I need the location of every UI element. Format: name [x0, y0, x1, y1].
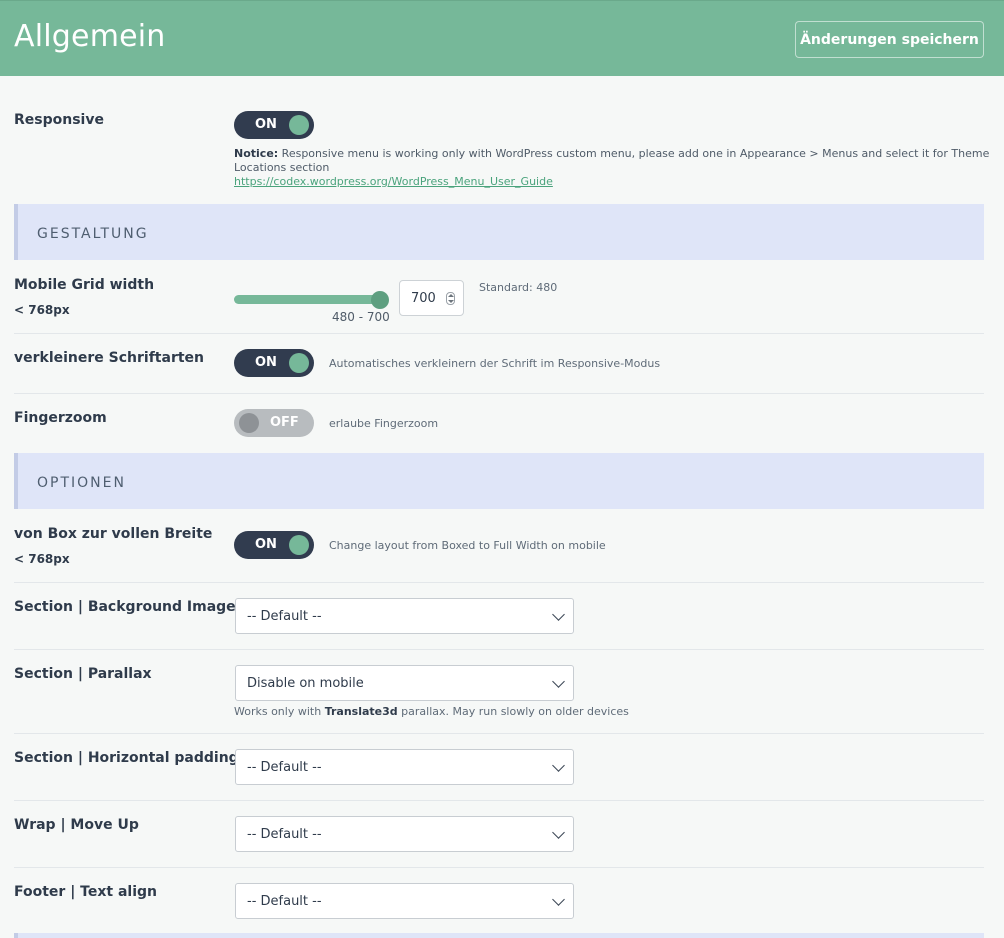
parallax-label: Section | Parallax: [14, 666, 152, 682]
mobile-grid-sublabel: < 768px: [14, 303, 70, 317]
responsive-toggle[interactable]: ON: [234, 111, 314, 139]
mobile-grid-slider-track[interactable]: [234, 295, 388, 304]
fingerzoom-toggle-text: OFF: [270, 415, 299, 430]
fingerzoom-toggle[interactable]: OFF: [234, 409, 314, 437]
responsive-label: Responsive: [14, 112, 104, 128]
section-gestaltung-title: GESTALTUNG: [37, 226, 149, 242]
toggle-knob: [289, 535, 309, 555]
toggle-knob: [289, 353, 309, 373]
box-full-toggle[interactable]: ON: [234, 531, 314, 559]
save-changes-button[interactable]: Änderungen speichern: [795, 21, 984, 58]
footer-align-select[interactable]: -- Default --: [235, 883, 574, 919]
parallax-hint: Works only with Translate3d parallax. Ma…: [234, 705, 629, 718]
mobile-grid-range: 480 - 700: [332, 310, 390, 324]
mobile-grid-number-input[interactable]: 700: [399, 280, 464, 316]
wrap-move-label: Wrap | Move Up: [14, 817, 139, 833]
divider: [14, 867, 984, 868]
chevron-down-icon: [552, 826, 565, 839]
chevron-down-icon: [552, 759, 565, 772]
responsive-toggle-text: ON: [255, 117, 277, 132]
h-padding-label: Section | Horizontal padding: [14, 750, 239, 766]
chevron-down-icon: [552, 675, 565, 688]
font-shrink-label: verkleinere Schriftarten: [14, 350, 205, 366]
box-full-desc: Change layout from Boxed to Full Width o…: [329, 539, 606, 552]
font-shrink-desc: Automatisches verkleinern der Schrift im…: [329, 357, 661, 370]
font-shrink-toggle-text: ON: [255, 355, 277, 370]
bg-image-select[interactable]: -- Default --: [235, 598, 574, 634]
divider: [14, 649, 984, 650]
spinner-icon[interactable]: [446, 292, 455, 305]
font-shrink-toggle[interactable]: ON: [234, 349, 314, 377]
section-gestaltung: GESTALTUNG: [14, 204, 984, 260]
box-full-sublabel: < 768px: [14, 552, 70, 566]
section-optionen-title: OPTIONEN: [37, 475, 126, 491]
divider: [14, 733, 984, 734]
section-next-partial: [14, 933, 984, 938]
fingerzoom-desc: erlaube Fingerzoom: [329, 417, 439, 430]
h-padding-select[interactable]: -- Default --: [235, 749, 574, 785]
page-title: Allgemein: [14, 19, 166, 54]
page-header: Allgemein Änderungen speichern: [0, 0, 1004, 76]
bg-image-select-value: -- Default --: [247, 609, 322, 624]
section-optionen: OPTIONEN: [14, 453, 984, 509]
box-full-label: von Box zur vollen Breite: [14, 526, 213, 542]
parallax-select[interactable]: Disable on mobile: [235, 665, 574, 701]
mobile-grid-label: Mobile Grid width: [14, 277, 155, 293]
divider: [14, 393, 984, 394]
wrap-move-select-value: -- Default --: [247, 827, 322, 842]
footer-align-select-value: -- Default --: [247, 894, 322, 909]
toggle-knob: [239, 413, 259, 433]
divider: [14, 582, 984, 583]
mobile-grid-standard: Standard: 480: [479, 281, 558, 294]
parallax-hint-post: parallax. May run slowly on older device…: [397, 705, 629, 718]
notice-bold: Notice:: [234, 147, 279, 160]
parallax-hint-pre: Works only with: [234, 705, 325, 718]
notice-text: Responsive menu is working only with Wor…: [234, 147, 990, 174]
mobile-grid-value: 700: [411, 291, 436, 306]
divider: [14, 800, 984, 801]
box-full-toggle-text: ON: [255, 537, 277, 552]
parallax-hint-bold: Translate3d: [324, 705, 398, 718]
chevron-down-icon: [552, 608, 565, 621]
h-padding-select-value: -- Default --: [247, 760, 322, 775]
wrap-move-select[interactable]: -- Default --: [235, 816, 574, 852]
fingerzoom-label: Fingerzoom: [14, 410, 107, 426]
chevron-down-icon: [552, 893, 565, 906]
bg-image-label: Section | Background Image: [14, 599, 236, 615]
toggle-knob: [289, 115, 309, 135]
mobile-grid-slider-handle[interactable]: [371, 291, 389, 309]
divider: [14, 333, 984, 334]
footer-align-label: Footer | Text align: [14, 884, 158, 900]
responsive-notice: Notice: Responsive menu is working only …: [234, 147, 994, 175]
wordpress-menu-guide-link[interactable]: https://codex.wordpress.org/WordPress_Me…: [234, 175, 553, 188]
parallax-select-value: Disable on mobile: [247, 676, 364, 691]
